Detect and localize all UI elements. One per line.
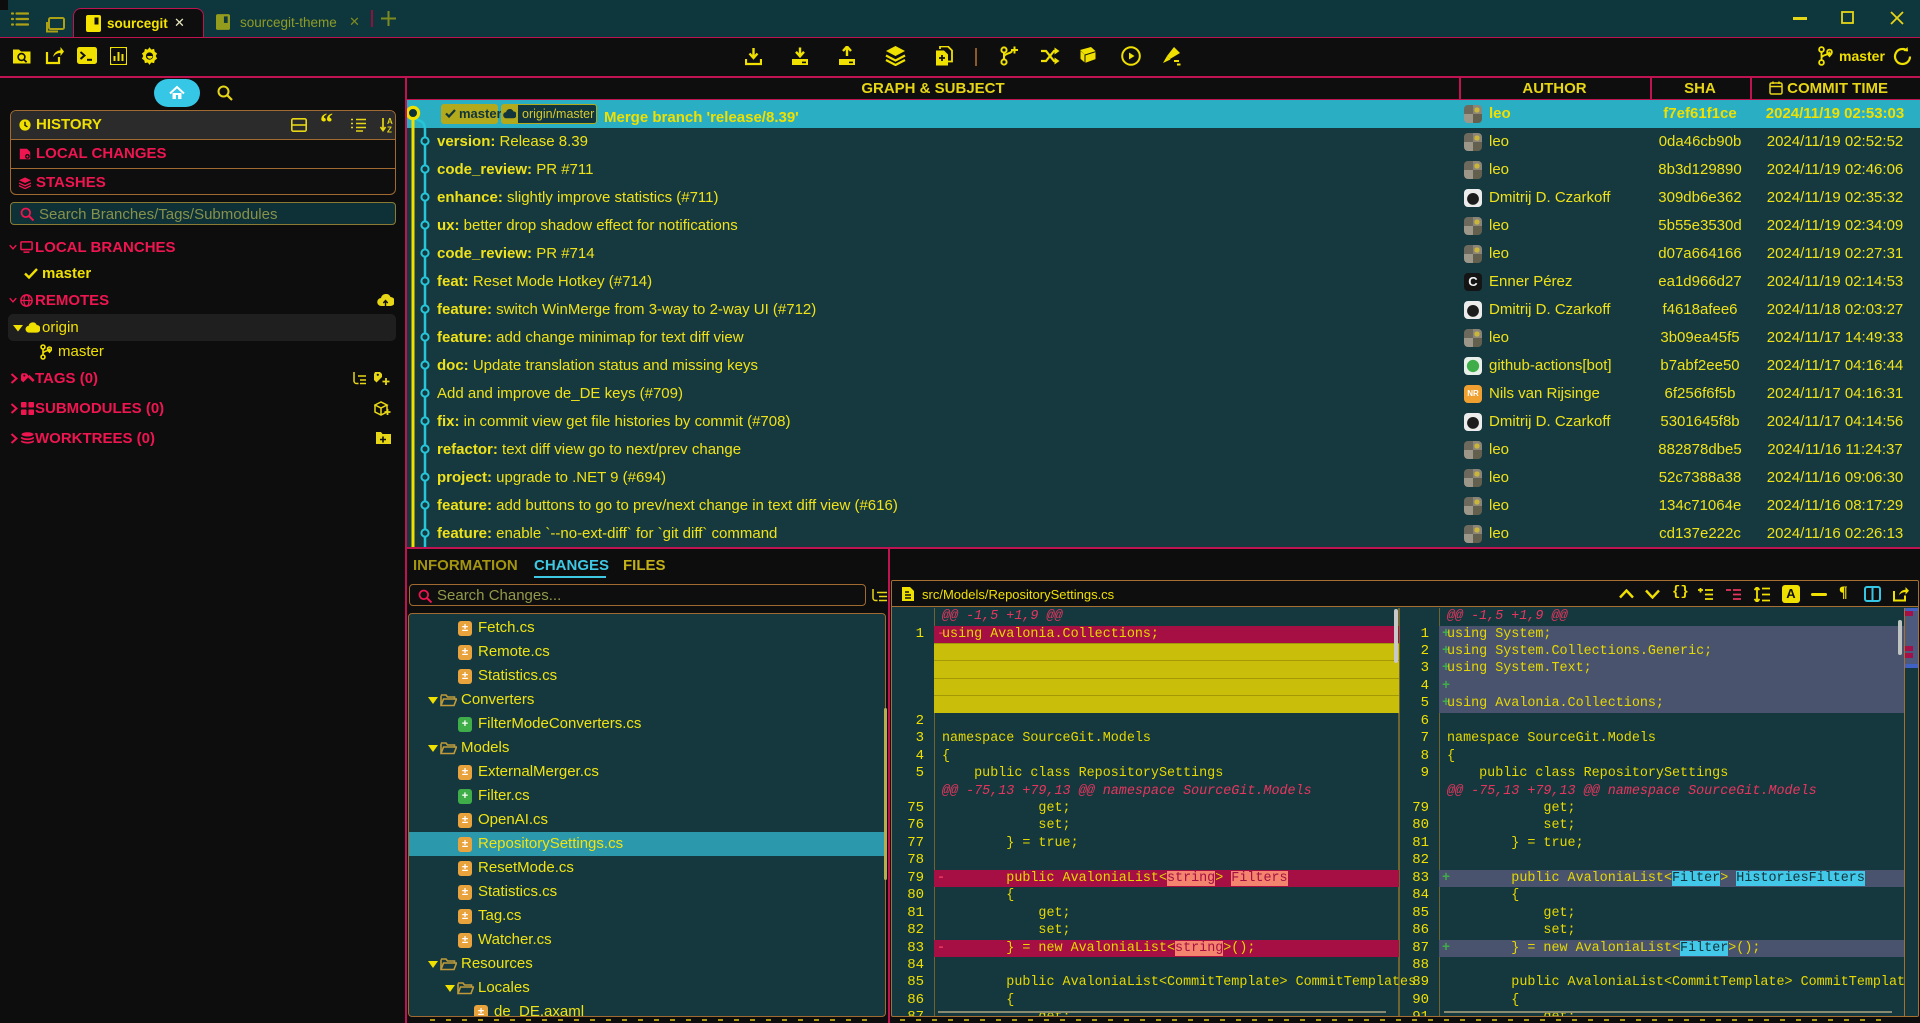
- svg-text:Z: Z: [387, 126, 392, 134]
